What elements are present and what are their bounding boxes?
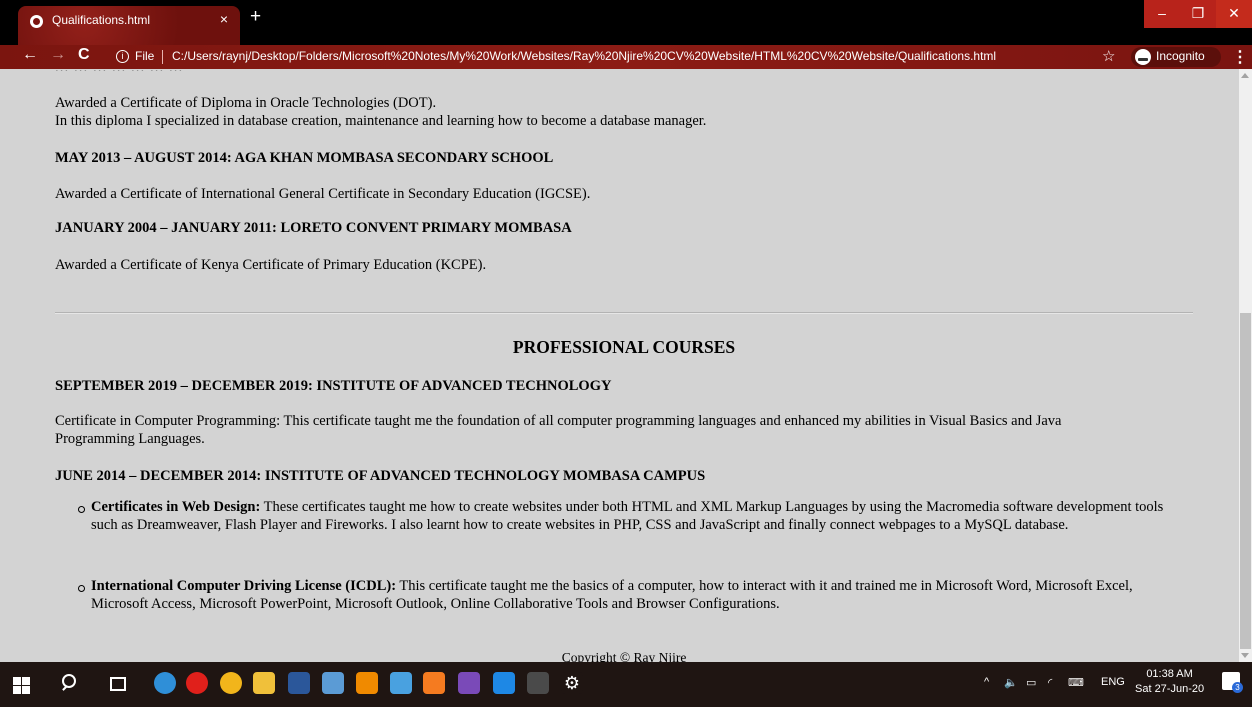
vertical-scrollbar[interactable] xyxy=(1239,69,1252,662)
incognito-label: Incognito xyxy=(1156,49,1205,63)
browser-tab[interactable]: Qualifications.html × xyxy=(18,6,240,45)
search-icon[interactable] xyxy=(60,672,82,694)
restore-button[interactable]: ❐ xyxy=(1180,0,1216,28)
clock-time: 01:38 AM xyxy=(1146,668,1193,680)
chrome-icon[interactable] xyxy=(220,672,242,694)
scroll-thumb[interactable] xyxy=(1240,313,1251,649)
incognito-badge[interactable]: Incognito xyxy=(1131,47,1221,67)
list-item: International Computer Driving License (… xyxy=(91,577,1191,613)
section-divider xyxy=(55,312,1193,314)
clock[interactable]: 01:38 AM Sat 27-Jun-20 xyxy=(1135,667,1204,697)
divider xyxy=(162,50,163,64)
reload-button[interactable]: C xyxy=(78,46,90,64)
list-item-title: International Computer Driving License (… xyxy=(91,578,397,594)
file-explorer-icon[interactable] xyxy=(253,672,275,694)
programming-line-1: Certificate in Computer Programming: Thi… xyxy=(55,413,1062,429)
forward-button[interactable]: → xyxy=(50,46,66,64)
browser-menu-icon[interactable]: ⋮ xyxy=(1232,47,1248,67)
notification-center-icon[interactable]: 3 xyxy=(1222,672,1243,693)
professional-courses-title: PROFESSIONAL COURSES xyxy=(512,337,736,357)
task-view-icon[interactable] xyxy=(106,672,128,694)
cut-off-heading: ... ... ... ... ... ... ... xyxy=(55,69,755,71)
cut-off-heading-text: ... ... ... ... ... ... ... xyxy=(55,69,183,71)
page-favicon-icon xyxy=(30,15,43,28)
close-window-button[interactable]: ✕ xyxy=(1216,0,1252,28)
xampp-icon[interactable] xyxy=(423,672,445,694)
copyright-footer: Copyright © Ray Njire xyxy=(561,650,687,662)
minimize-button[interactable]: – xyxy=(1144,0,1180,28)
list-bullet-icon xyxy=(78,585,85,592)
bookmark-star-icon[interactable]: ☆ xyxy=(1102,47,1115,65)
secondary-school-heading: MAY 2013 – AUGUST 2014: AGA KHAN MOMBASA… xyxy=(55,150,554,166)
keyboard-icon[interactable]: ⌨ xyxy=(1068,676,1084,689)
language-indicator[interactable]: ENG xyxy=(1101,676,1125,688)
word-icon[interactable] xyxy=(288,672,310,694)
opera-icon[interactable] xyxy=(186,672,208,694)
site-info-icon[interactable]: i xyxy=(116,50,129,63)
scheme-label[interactable]: File xyxy=(135,49,154,63)
vlc-icon[interactable] xyxy=(356,672,378,694)
address-bar: ← → C i File C:/Users/raynj/Desktop/Fold… xyxy=(0,45,1252,69)
url-field[interactable]: C:/Users/raynj/Desktop/Folders/Microsoft… xyxy=(172,49,996,63)
windows-taskbar: ⚙ ^ 🔈 ▭ ◜ ⌨ ENG 01:38 AM Sat 27-Jun-20 3 xyxy=(0,662,1252,707)
list-item: Certificates in Web Design: These certif… xyxy=(91,498,1191,534)
iat-2019-heading: SEPTEMBER 2019 – DECEMBER 2019: INSTITUT… xyxy=(55,378,612,394)
tab-title: Qualifications.html xyxy=(52,13,151,27)
paint-icon[interactable] xyxy=(322,672,344,694)
diploma-line-2: In this diploma I specialized in databas… xyxy=(55,113,707,129)
scroll-down-icon[interactable] xyxy=(1241,653,1249,658)
page-content: ... ... ... ... ... ... ... Awarded a Ce… xyxy=(0,69,1239,662)
3d-objects-icon[interactable] xyxy=(390,672,412,694)
primary-school-paragraph: Awarded a Certificate of Kenya Certifica… xyxy=(55,257,487,273)
settings-icon[interactable]: ⚙ xyxy=(561,672,583,694)
battery-icon[interactable]: ▭ xyxy=(1026,676,1036,689)
app-icon[interactable] xyxy=(493,672,515,694)
start-button[interactable] xyxy=(10,672,32,694)
programming-line-2: Programming Languages. xyxy=(55,431,205,447)
tab-close-icon[interactable]: × xyxy=(220,11,228,27)
volume-icon[interactable]: 🔈 xyxy=(1004,676,1018,689)
clock-date: Sat 27-Jun-20 xyxy=(1135,683,1205,695)
back-button[interactable]: ← xyxy=(22,46,38,64)
notification-count: 3 xyxy=(1232,682,1243,693)
primary-school-heading: JANUARY 2004 – JANUARY 2011: LORETO CONV… xyxy=(55,220,572,236)
terminal-icon[interactable] xyxy=(527,672,549,694)
new-tab-button[interactable]: + xyxy=(250,6,261,28)
diploma-line-1: Awarded a Certificate of Diploma in Orac… xyxy=(55,95,437,111)
diploma-paragraph: Awarded a Certificate of Diploma in Orac… xyxy=(55,94,1195,130)
secondary-school-paragraph: Awarded a Certificate of International G… xyxy=(55,186,591,202)
visual-studio-icon[interactable] xyxy=(458,672,480,694)
iat-2014-heading: JUNE 2014 – DECEMBER 2014: INSTITUTE OF … xyxy=(55,468,706,484)
wifi-icon[interactable]: ◜ xyxy=(1048,676,1052,689)
list-item-title: Certificates in Web Design: xyxy=(91,499,261,515)
tray-overflow-icon[interactable]: ^ xyxy=(984,676,989,688)
edge-icon[interactable] xyxy=(154,672,176,694)
scroll-up-icon[interactable] xyxy=(1241,73,1249,78)
incognito-icon xyxy=(1135,49,1151,65)
list-bullet-icon xyxy=(78,506,85,513)
programming-certificate-paragraph: Certificate in Computer Programming: Thi… xyxy=(55,412,1195,448)
tab-strip: Qualifications.html × + – ❐ ✕ xyxy=(0,0,1252,45)
